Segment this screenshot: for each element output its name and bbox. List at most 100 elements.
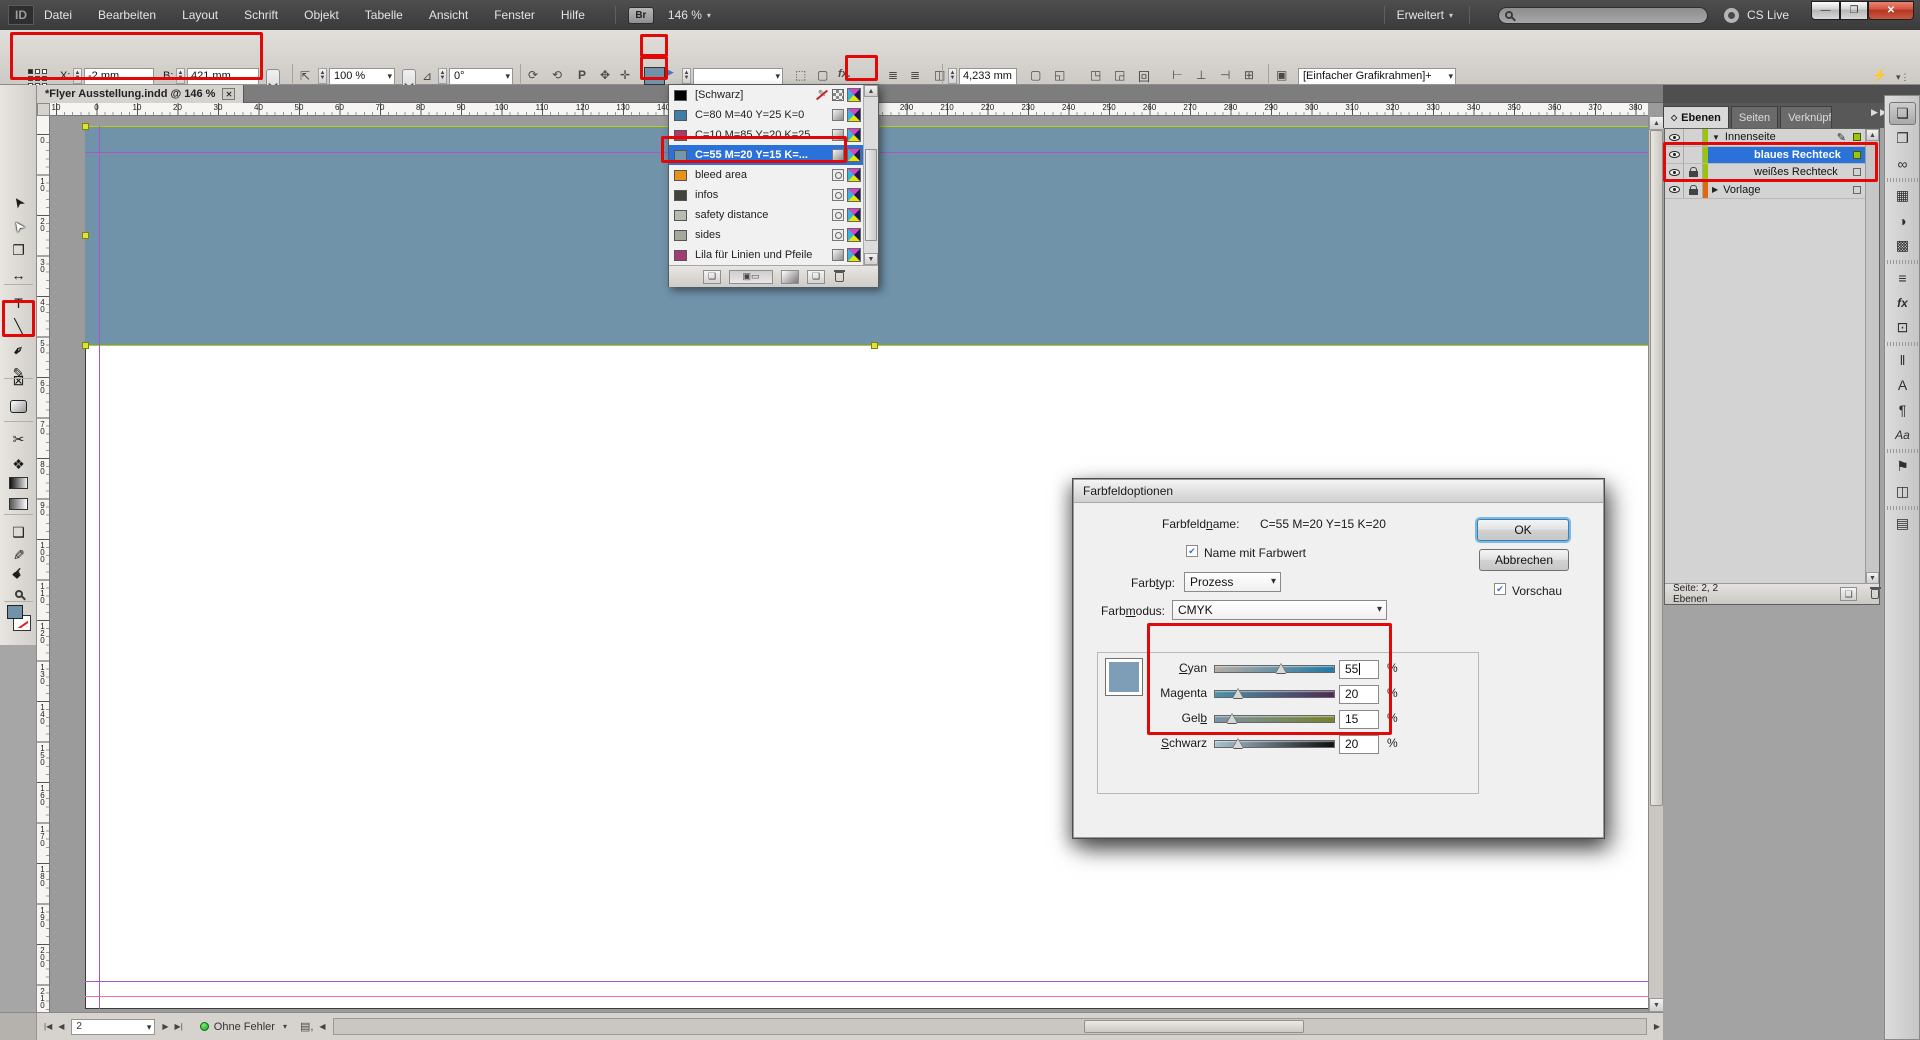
object-style-icon[interactable]: ▣ <box>1276 68 1287 82</box>
selection-handle[interactable] <box>82 232 89 239</box>
align-right-edges-icon[interactable]: ⊣ <box>1220 68 1230 82</box>
select-content-icon[interactable]: ✛ <box>620 68 630 82</box>
menu-bearbeiten[interactable]: Bearbeiten <box>98 8 156 22</box>
selection-handle[interactable] <box>82 342 89 349</box>
corner-options-icon[interactable]: ▢ <box>817 68 828 82</box>
tool-free-transform-tool[interactable]: ❖ <box>6 454 31 475</box>
swatch-row[interactable]: sides <box>669 225 864 245</box>
eye-icon[interactable] <box>1669 134 1680 141</box>
swatch-dropdown[interactable] <box>693 68 783 85</box>
cancel-button[interactable]: Abbrechen <box>1479 549 1569 571</box>
tab-ebenen[interactable]: ◇Ebenen <box>1663 106 1729 128</box>
horizontal-scroll-thumb[interactable] <box>1084 1020 1304 1033</box>
previous-page-button[interactable]: ◀ <box>58 1022 64 1031</box>
offset-field[interactable]: 4,233 mm <box>959 68 1017 85</box>
slider-value-magenta[interactable]: 20 <box>1339 685 1379 704</box>
slider-track-cyan[interactable] <box>1214 665 1335 673</box>
scroll-left-icon[interactable]: ◀ <box>319 1022 325 1031</box>
wrap-none-icon[interactable]: ▢ <box>1030 68 1041 82</box>
slider-value-gelb[interactable]: 15 <box>1339 710 1379 729</box>
offset-spinner[interactable]: ▲▼ <box>948 68 957 84</box>
tab-verknüpfu[interactable]: Verknüpfu <box>1780 106 1832 128</box>
layer-proxy-square[interactable] <box>1853 133 1861 141</box>
align-center-icon[interactable]: ⊥ <box>1196 68 1206 82</box>
scroll-right-icon[interactable]: ▶ <box>1654 1022 1660 1031</box>
swatch-spinner[interactable]: ▲▼ <box>682 68 691 84</box>
swatch-row[interactable]: [Schwarz]✎ <box>669 85 864 105</box>
menu-schrift[interactable]: Schrift <box>244 8 278 22</box>
new-layer-button[interactable]: ❑ <box>1840 587 1857 601</box>
bridge-button[interactable]: Br <box>628 7 654 24</box>
align-panel-icon[interactable]: ‖ <box>1889 348 1916 371</box>
object-states-panel-icon[interactable]: ◫ <box>1889 480 1916 503</box>
swatch-row[interactable]: Lila für Linien und Pfeile <box>669 245 864 265</box>
lock-icon[interactable] <box>1689 189 1698 195</box>
slider-thumb-gelb[interactable] <box>1227 714 1237 723</box>
align-left-edges-icon[interactable]: ⊢ <box>1172 68 1182 82</box>
tool-rectangle-tool[interactable] <box>6 396 31 417</box>
restore-button[interactable]: ❐ <box>1840 1 1868 20</box>
tool-gradient-tool[interactable] <box>9 477 28 489</box>
next-page-button[interactable]: ▶ <box>162 1022 168 1031</box>
color-type-dropdown[interactable]: Prozess <box>1184 572 1281 592</box>
glyphs-panel-icon[interactable]: Aa <box>1889 423 1916 446</box>
vertical-scrollbar[interactable]: ▲ ▼ <box>1648 116 1663 1012</box>
scale-x-spinner[interactable]: ▲▼ <box>318 68 327 84</box>
menu-objekt[interactable]: Objekt <box>304 8 339 22</box>
frame-grid-icon[interactable]: ◫ <box>934 68 945 82</box>
x-spinner[interactable]: ▲▼ <box>73 68 82 84</box>
layer-proxy-square[interactable] <box>1853 186 1861 194</box>
swatch-scrollbar[interactable]: ▲ ▼ <box>863 85 878 265</box>
tab-close-icon[interactable]: ✕ <box>222 88 235 100</box>
menu-hilfe[interactable]: Hilfe <box>561 8 585 22</box>
ok-button[interactable]: OK <box>1477 519 1569 541</box>
scroll-down-icon[interactable]: ▼ <box>1649 998 1664 1012</box>
expand-triangle-icon[interactable]: ▶ <box>1712 185 1718 194</box>
tool-line-tool[interactable]: ╲ <box>6 316 31 337</box>
flag-panel-icon[interactable]: ⚑ <box>1889 455 1916 478</box>
selection-handle[interactable] <box>82 123 89 130</box>
slider-thumb-cyan[interactable] <box>1276 664 1286 673</box>
page-number-dropdown[interactable]: 2 <box>71 1019 155 1035</box>
minimize-button[interactable]: — <box>1811 1 1840 20</box>
layer-proxy-square[interactable] <box>1853 168 1861 176</box>
links-panel-icon[interactable]: ∞ <box>1889 152 1916 175</box>
justify-left-icon[interactable]: ≣ <box>888 68 898 82</box>
rotation-spinner[interactable]: ▲▼ <box>438 68 447 84</box>
tool-direct-selection-tool[interactable]: ➤ <box>6 216 31 237</box>
gradient-panel-icon[interactable]: ▩ <box>1889 234 1916 257</box>
search-input[interactable] <box>1498 7 1708 24</box>
layer-row-innenseite[interactable]: ▼Innenseite✎ <box>1665 129 1866 147</box>
slider-track-schwarz[interactable] <box>1214 740 1335 748</box>
menu-ansicht[interactable]: Ansicht <box>429 8 468 22</box>
cs-live[interactable]: CS Live <box>1724 8 1789 23</box>
object-style-dropdown[interactable]: [Einfacher Grafikrahmen]+ <box>1298 68 1456 85</box>
expand-triangle-icon[interactable]: ▼ <box>1712 133 1720 142</box>
dialog-title-bar[interactable]: Farbfeldoptionen <box>1074 480 1603 503</box>
wrap-bounding-icon[interactable]: ◱ <box>1054 68 1065 82</box>
swatch-row[interactable]: bleed area <box>669 165 864 185</box>
fill-color-swatch[interactable] <box>644 67 665 85</box>
paragraph-panel-icon[interactable]: ¶ <box>1889 398 1916 421</box>
zoom-level-dropdown[interactable]: 146 % ▾ <box>668 8 711 22</box>
layer-row-blaues-rechteck[interactable]: blaues Rechteck <box>1665 147 1866 165</box>
scroll-up-icon[interactable]: ▲ <box>1649 116 1664 130</box>
show-gradient-swatches-button[interactable] <box>781 270 799 284</box>
toolbar-fill-swatch[interactable] <box>7 605 23 619</box>
menu-fenster[interactable]: Fenster <box>494 8 535 22</box>
x-field[interactable]: -2 mm <box>84 68 154 85</box>
vertical-ruler[interactable]: 0102030405060708090100110120130140150160… <box>37 116 50 1012</box>
new-swatch-button[interactable]: ❑ <box>807 270 825 284</box>
delete-swatch-icon[interactable] <box>835 272 844 282</box>
select-container-icon[interactable]: ✥ <box>600 68 610 82</box>
slider-thumb-magenta[interactable] <box>1233 689 1243 698</box>
fill-flyout-arrow-icon[interactable]: ▶ <box>667 67 674 78</box>
width-spinner[interactable]: ▲▼ <box>176 68 185 84</box>
clear-transformations-icon[interactable]: P <box>578 68 586 82</box>
tool-selection-tool[interactable]: ➤ <box>6 192 31 213</box>
effects-panel-icon[interactable]: fx <box>1889 291 1916 314</box>
color-mode-dropdown[interactable]: CMYK <box>1172 600 1387 620</box>
scroll-up-icon[interactable]: ▲ <box>864 85 878 97</box>
rotation-angle-dropdown[interactable]: 0° <box>449 68 513 85</box>
preflight-panel-icon[interactable]: ▤, <box>300 1020 313 1033</box>
